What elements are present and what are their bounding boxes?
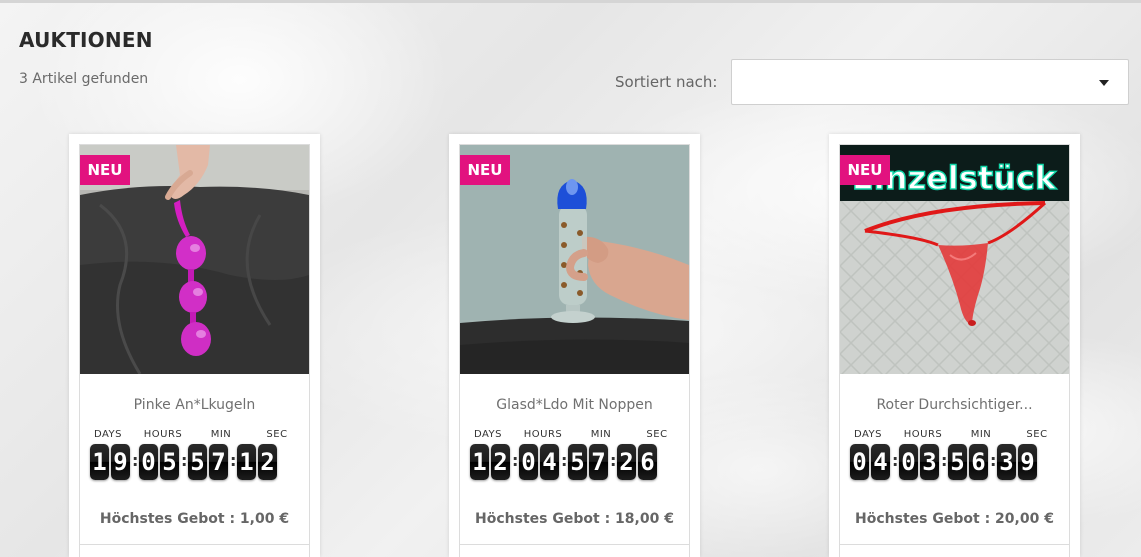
highest-bid: Höchstes Gebot : 20,00 € bbox=[855, 511, 1054, 527]
countdown-separator: : bbox=[181, 451, 188, 470]
countdown-digit: 5 bbox=[160, 444, 179, 480]
countdown-separator: : bbox=[990, 451, 997, 470]
countdown-digit: 5 bbox=[568, 444, 587, 480]
countdown-separator: : bbox=[512, 451, 519, 470]
product-card-inner: NEU Pinke An*Lkugeln DAYS HOURS MIN SEC … bbox=[79, 144, 310, 557]
countdown-label-min: MIN bbox=[210, 429, 232, 440]
countdown-label-sec: SEC bbox=[646, 429, 668, 440]
countdown-separator: : bbox=[561, 451, 568, 470]
top-divider bbox=[0, 0, 1141, 3]
countdown-digit: 9 bbox=[111, 444, 130, 480]
sort-select[interactable] bbox=[731, 59, 1129, 105]
countdown-digit: 0 bbox=[850, 444, 869, 480]
countdown-digit: 5 bbox=[188, 444, 207, 480]
countdown-separator: : bbox=[230, 451, 237, 470]
product-image[interactable]: Einzelstück NEU bbox=[840, 145, 1069, 374]
countdown-label-days: DAYS bbox=[473, 429, 503, 440]
highest-bid: Höchstes Gebot : 18,00 € bbox=[475, 511, 674, 527]
countdown-separator: : bbox=[941, 451, 948, 470]
countdown-separator: : bbox=[892, 451, 899, 470]
countdown-separator: : bbox=[610, 451, 617, 470]
card-divider bbox=[459, 544, 690, 545]
countdown-digit: 0 bbox=[519, 444, 538, 480]
product-name[interactable]: Pinke An*Lkugeln bbox=[80, 397, 309, 413]
new-badge: NEU bbox=[460, 155, 510, 185]
page-title: AUKTIONEN bbox=[19, 28, 153, 52]
countdown-label-hours: HOURS bbox=[903, 429, 943, 440]
countdown-label-min: MIN bbox=[590, 429, 612, 440]
countdown-digit: 3 bbox=[920, 444, 939, 480]
countdown-digit: 4 bbox=[871, 444, 890, 480]
countdown-digit: 9 bbox=[1018, 444, 1037, 480]
countdown-digit: 7 bbox=[209, 444, 228, 480]
sort-label: Sortiert nach: bbox=[615, 73, 718, 91]
countdown-label-min: MIN bbox=[970, 429, 992, 440]
countdown-digit: 1 bbox=[90, 444, 109, 480]
product-card[interactable]: Einzelstück NEU Roter Durchsichtiger... … bbox=[829, 134, 1080, 557]
product-card-inner: NEU Glasd*Ldo Mit Noppen DAYS HOURS MIN … bbox=[459, 144, 690, 557]
chevron-down-icon[interactable] bbox=[1099, 80, 1109, 86]
countdown-digit: 5 bbox=[948, 444, 967, 480]
highest-bid: Höchstes Gebot : 1,00 € bbox=[99, 511, 290, 527]
countdown-digit: 2 bbox=[258, 444, 277, 480]
countdown-timer: DAYS HOURS MIN SEC 1 2 : 0 4 : 5 7 : 2 6 bbox=[468, 429, 681, 481]
product-image[interactable]: NEU bbox=[460, 145, 689, 374]
new-badge: NEU bbox=[80, 155, 130, 185]
countdown-digit: 0 bbox=[139, 444, 158, 480]
countdown-digit: 6 bbox=[969, 444, 988, 480]
new-badge: NEU bbox=[840, 155, 890, 185]
product-card-inner: Einzelstück NEU Roter Durchsichtiger... … bbox=[839, 144, 1070, 557]
countdown-digit: 2 bbox=[617, 444, 636, 480]
countdown-digit: 1 bbox=[470, 444, 489, 480]
countdown-label-hours: HOURS bbox=[143, 429, 183, 440]
countdown-timer: DAYS HOURS MIN SEC 0 4 : 0 3 : 5 6 : 3 9 bbox=[848, 429, 1061, 481]
countdown-digit: 4 bbox=[540, 444, 559, 480]
product-card[interactable]: NEU Glasd*Ldo Mit Noppen DAYS HOURS MIN … bbox=[449, 134, 700, 557]
countdown-digit: 1 bbox=[237, 444, 256, 480]
countdown-digit: 2 bbox=[491, 444, 510, 480]
card-divider bbox=[79, 544, 310, 545]
card-divider bbox=[839, 544, 1070, 545]
product-image[interactable]: NEU bbox=[80, 145, 309, 374]
countdown-label-sec: SEC bbox=[1026, 429, 1048, 440]
countdown-label-sec: SEC bbox=[266, 429, 288, 440]
countdown-label-days: DAYS bbox=[853, 429, 883, 440]
countdown-label-days: DAYS bbox=[93, 429, 123, 440]
countdown-timer: DAYS HOURS MIN SEC 1 9 : 0 5 : 5 7 : 1 2 bbox=[88, 429, 301, 481]
countdown-digit: 0 bbox=[899, 444, 918, 480]
product-name[interactable]: Glasd*Ldo Mit Noppen bbox=[460, 397, 689, 413]
product-card[interactable]: NEU Pinke An*Lkugeln DAYS HOURS MIN SEC … bbox=[69, 134, 320, 557]
countdown-digit: 3 bbox=[997, 444, 1016, 480]
countdown-digit: 6 bbox=[638, 444, 657, 480]
countdown-label-hours: HOURS bbox=[523, 429, 563, 440]
page: AUKTIONEN 3 Artikel gefunden Sortiert na… bbox=[0, 0, 1141, 557]
product-name[interactable]: Roter Durchsichtiger... bbox=[840, 397, 1069, 413]
countdown-digit: 7 bbox=[589, 444, 608, 480]
countdown-separator: : bbox=[132, 451, 139, 470]
result-count: 3 Artikel gefunden bbox=[19, 71, 149, 87]
